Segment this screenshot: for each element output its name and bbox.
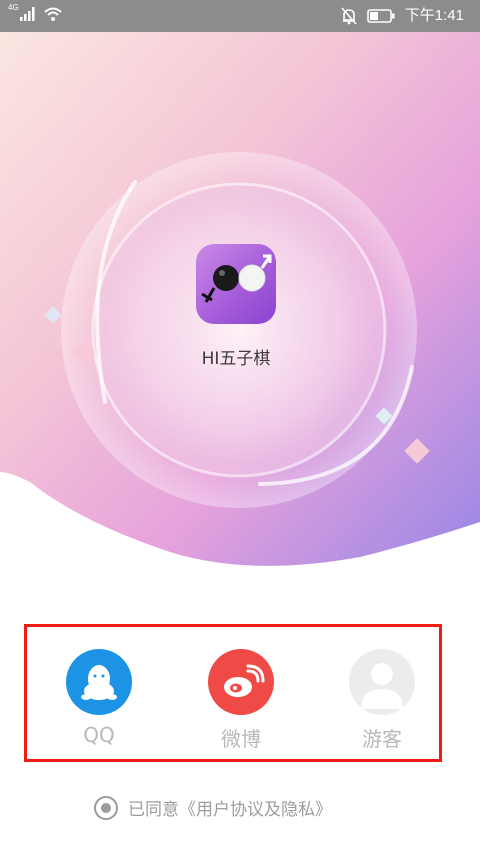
status-left: 4G [8, 3, 63, 22]
guest-login-button[interactable]: 游客 [332, 649, 432, 752]
login-options-panel: QQ 微博 游客 [24, 624, 442, 762]
weibo-circle [208, 649, 274, 715]
battery-icon [366, 9, 395, 23]
agreement-link[interactable]: 已同意《用户协议及隐私》 [128, 795, 332, 820]
qq-penguin-icon [81, 665, 117, 700]
gomoku-pieces-icon [201, 254, 272, 303]
qq-label: QQ [83, 723, 115, 747]
wifi-icon [44, 7, 62, 21]
login-screen: 4G 下午1:41 HI五子棋 QQ 微博 游客 已同意《用户协议及隐私》 [0, 0, 480, 853]
weibo-label: 微博 [221, 727, 261, 751]
agreement-row: 已同意《用户协议及隐私》 [94, 795, 332, 820]
status-right: 下午1:41 [341, 6, 464, 26]
guest-circle [349, 649, 415, 715]
qq-login-button[interactable]: QQ [49, 649, 149, 747]
agreement-radio[interactable] [94, 795, 118, 820]
status-bar: 4G 下午1:41 [0, 0, 480, 32]
weibo-icon [224, 664, 265, 697]
weibo-login-button[interactable]: 微博 [191, 649, 291, 752]
guest-user-icon [361, 663, 403, 709]
status-time: 下午1:41 [404, 7, 464, 24]
signal-strength-icon [19, 7, 35, 21]
bell-off-icon [341, 7, 357, 25]
app-name: HI五子棋 [201, 349, 271, 369]
qq-circle [66, 649, 132, 715]
app-logo [196, 244, 276, 324]
guest-label: 游客 [362, 727, 402, 751]
network-type-label: 4G [8, 3, 19, 12]
